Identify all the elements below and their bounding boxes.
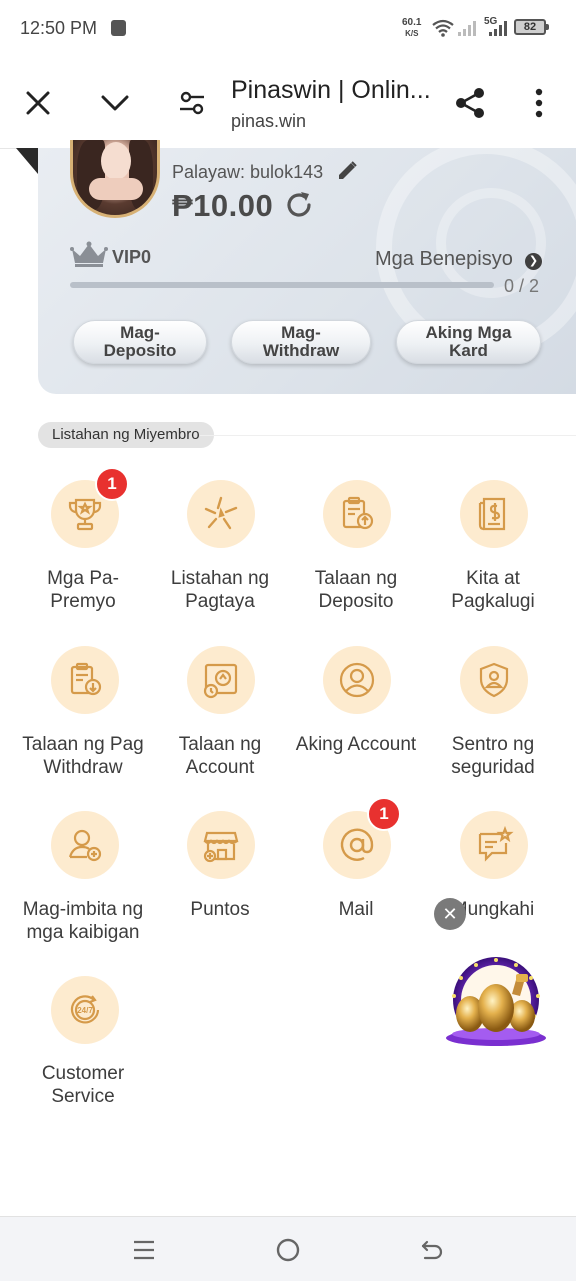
points-label[interactable]: Puntos [145,898,295,921]
mail-label[interactable]: Mail [281,898,431,921]
tune-icon[interactable] [175,86,209,120]
more-vert-icon[interactable] [522,86,556,120]
signal-sim1-icon [458,21,476,36]
close-icon[interactable] [21,86,55,120]
signal-sim2-icon [489,21,507,36]
notification-app-icon [111,20,126,36]
mail-notification-badge: 1 [367,797,401,831]
recent-apps-icon[interactable] [127,1233,161,1267]
benefits-link[interactable]: Mga Benepisyo [375,248,513,271]
rewards-label[interactable]: Mga Pa- Premyo [8,567,158,613]
share-icon[interactable] [453,86,487,120]
user-circle-icon[interactable] [323,646,391,714]
support-24-7-icon[interactable]: 24/7 [51,976,119,1044]
chevron-right-icon[interactable]: ❯ [525,253,542,270]
account-record-label[interactable]: Talaan ng Account [145,733,295,779]
my-cards-button[interactable]: Aking Mga Kard [396,320,541,364]
vip-progress-text: 0 / 2 [504,276,540,296]
section-title: Listahan ng Miyembro [38,422,214,448]
invite-user-icon[interactable] [51,811,119,879]
status-bar: 12:50 PM 60.1 K/S 5G 82 [0,0,576,58]
my-cards-button-label: Aking Mga Kard [425,323,512,360]
svg-text:24/7: 24/7 [77,1006,93,1015]
account-record-icon[interactable] [187,646,255,714]
card-corner-decoration [16,148,38,174]
network-speed-unit: K/S [405,29,419,38]
nickname: Palayaw: bulok143 [172,162,324,182]
home-icon[interactable] [271,1233,305,1267]
shop-icon[interactable] [187,811,255,879]
invite-friends-label[interactable]: Mag-imbita ng mga kaibigan [8,898,158,944]
refresh-icon[interactable] [283,189,315,226]
profit-loss-icon[interactable] [460,480,528,548]
deposit-button[interactable]: Mag- Deposito [73,320,207,364]
vip-progress-bar [70,282,494,288]
feedback-icon[interactable] [460,811,528,879]
deposit-button-label: Mag- Deposito [103,323,177,360]
star-burst-icon[interactable] [187,480,255,548]
avatar[interactable] [70,140,160,218]
page-title: Pinaswin | Onlin... [231,76,431,104]
network-speed-value: 60.1 [402,17,422,28]
page-url: pinas.win [231,111,307,131]
shield-user-icon[interactable] [460,646,528,714]
deposit-record-label[interactable]: Talaan ng Deposito [281,567,431,613]
chevron-down-icon[interactable] [98,86,132,120]
section-divider [200,435,576,436]
withdraw-button[interactable]: Mag- Withdraw [231,320,371,364]
my-account-label[interactable]: Aking Account [281,733,431,756]
rewards-notification-badge: 1 [95,467,129,501]
wallet-balance: ₱10.00 [172,188,274,223]
crown-icon [70,241,108,272]
system-nav-bar [0,1216,576,1281]
withdraw-record-label[interactable]: Talaan ng Pag Withdraw [8,733,158,779]
golden-egg-promo-icon[interactable] [442,956,550,1048]
security-center-label[interactable]: Sentro ng seguridad [418,733,568,779]
close-float-icon[interactable]: ✕ [434,898,466,930]
back-icon[interactable] [415,1233,449,1267]
bet-history-label[interactable]: Listahan ng Pagtaya [145,567,295,613]
deposit-record-icon[interactable] [323,480,391,548]
profit-loss-label[interactable]: Kita at Pagkalugi [418,567,568,613]
withdraw-record-icon[interactable] [51,646,119,714]
vip-level: VIP0 [112,247,152,267]
browser-toolbar: Pinaswin | Onlin... pinas.win [0,58,576,149]
battery-indicator: 82 [514,19,549,35]
withdraw-button-label: Mag- Withdraw [262,323,340,360]
wifi-icon [432,19,454,37]
network-speed: 60.1 K/S [402,17,421,39]
pencil-icon[interactable] [336,160,358,187]
customer-service-label[interactable]: Customer Service [8,1062,158,1108]
status-time: 12:50 PM [20,18,98,38]
